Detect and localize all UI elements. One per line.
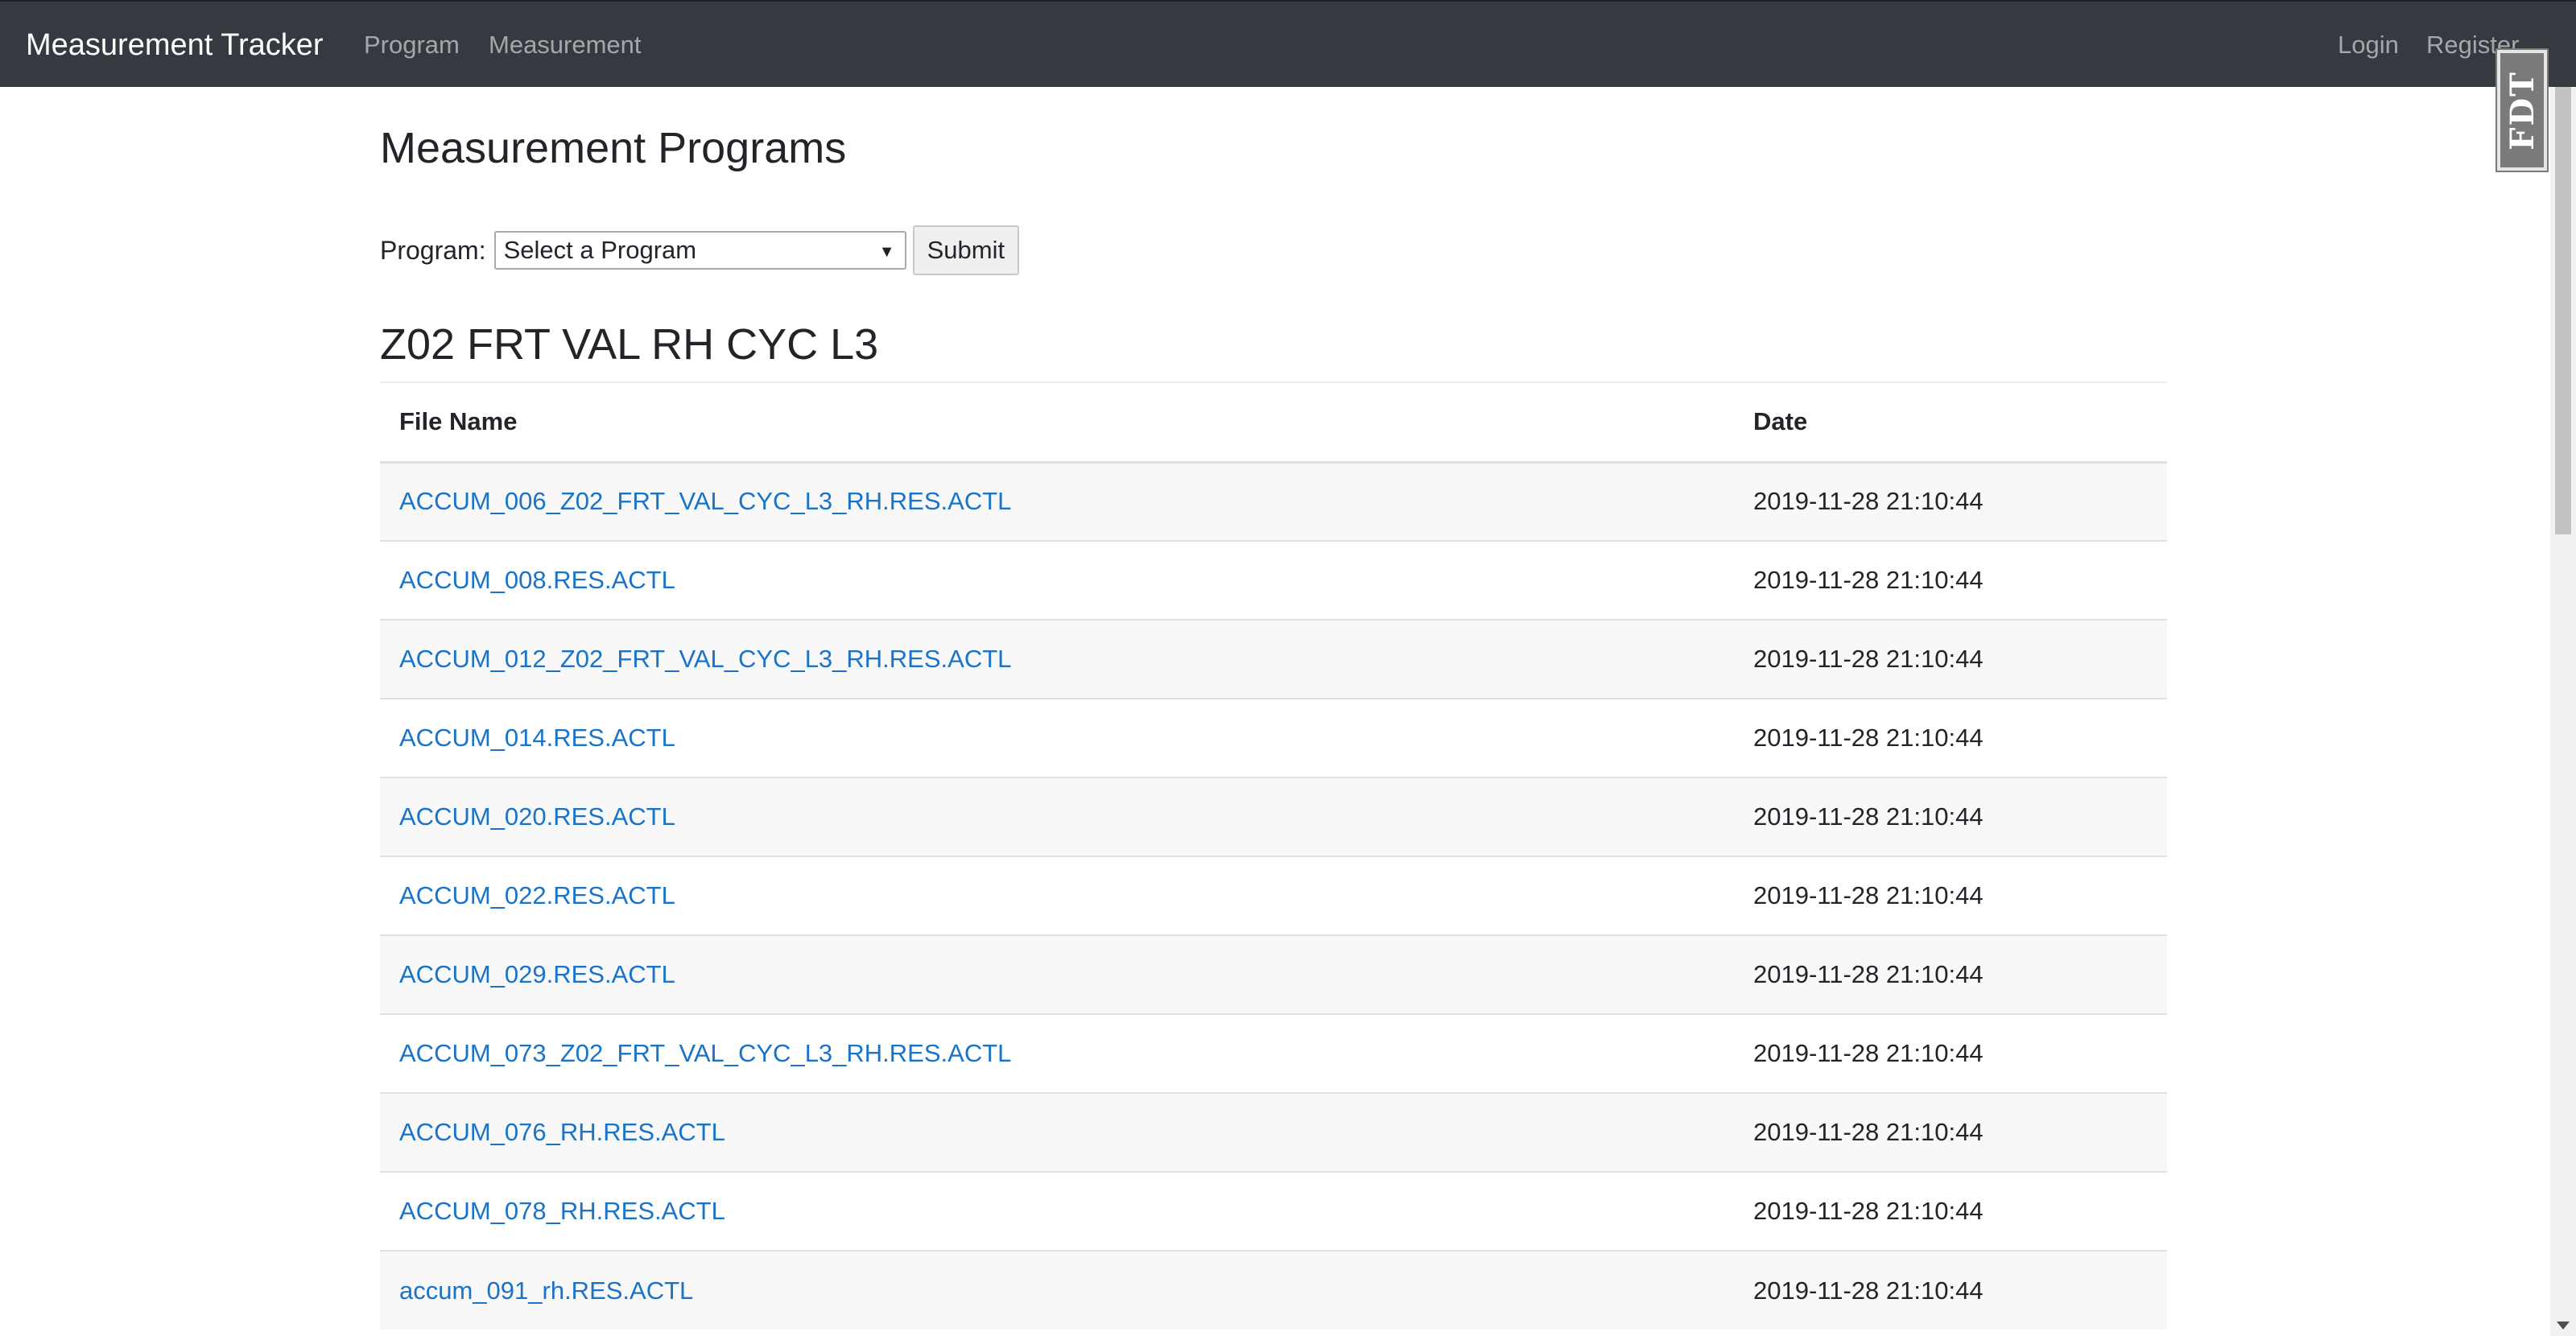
program-label: Program: xyxy=(380,235,486,265)
table-row: ACCUM_078_RH.RES.ACTL 2019-11-28 21:10:4… xyxy=(380,1171,2167,1251)
date-cell: 2019-11-28 21:10:44 xyxy=(1734,934,2167,1014)
date-cell: 2019-11-28 21:10:44 xyxy=(1734,1092,2167,1172)
table-row: ACCUM_012_Z02_FRT_VAL_CYC_L3_RH.RES.ACTL… xyxy=(380,619,2167,699)
fdt-badge-label: FDT xyxy=(2503,70,2541,151)
file-name-cell: ACCUM_008.RES.ACTL xyxy=(380,540,1734,620)
date-cell: 2019-11-28 21:10:44 xyxy=(1734,777,2167,856)
date-cell: 2019-11-28 21:10:44 xyxy=(1734,1250,2167,1330)
dropdown-arrow-icon: ▼ xyxy=(878,243,895,261)
fdt-badge[interactable]: FDT xyxy=(2497,50,2547,171)
file-name-cell: ACCUM_022.RES.ACTL xyxy=(380,856,1734,935)
file-link[interactable]: ACCUM_029.RES.ACTL xyxy=(399,960,675,988)
table-row: ACCUM_008.RES.ACTL 2019-11-28 21:10:44 xyxy=(380,540,2167,620)
file-link[interactable]: ACCUM_006_Z02_FRT_VAL_CYC_L3_RH.RES.ACTL xyxy=(399,487,1011,515)
date-cell: 2019-11-28 21:10:44 xyxy=(1734,1013,2167,1093)
scrollbar-thumb[interactable] xyxy=(2555,87,2571,534)
file-name-cell: ACCUM_076_RH.RES.ACTL xyxy=(380,1092,1734,1172)
nav-link-measurement[interactable]: Measurement xyxy=(489,29,642,61)
file-name-cell: accum_091_rh.RES.ACTL xyxy=(380,1250,1734,1330)
file-link[interactable]: ACCUM_012_Z02_FRT_VAL_CYC_L3_RH.RES.ACTL xyxy=(399,645,1011,673)
date-cell: 2019-11-28 21:10:44 xyxy=(1734,540,2167,620)
date-cell: 2019-11-28 21:10:44 xyxy=(1734,461,2167,541)
file-link[interactable]: ACCUM_022.RES.ACTL xyxy=(399,881,675,909)
date-cell: 2019-11-28 21:10:44 xyxy=(1734,856,2167,935)
column-header-file-name: File Name xyxy=(380,383,1734,464)
table-header-row: File Name Date xyxy=(380,383,2167,464)
table-row: ACCUM_014.RES.ACTL 2019-11-28 21:10:44 xyxy=(380,698,2167,777)
brand-link[interactable]: Measurement Tracker xyxy=(26,26,324,64)
file-name-cell: ACCUM_078_RH.RES.ACTL xyxy=(380,1171,1734,1251)
submit-button[interactable]: Submit xyxy=(912,225,1020,275)
file-name-cell: ACCUM_014.RES.ACTL xyxy=(380,698,1734,777)
program-select-value: Select a Program xyxy=(503,236,697,264)
scroll-down-arrow-icon[interactable] xyxy=(2557,1322,2570,1330)
file-name-cell: ACCUM_020.RES.ACTL xyxy=(380,777,1734,856)
date-cell: 2019-11-28 21:10:44 xyxy=(1734,1171,2167,1251)
nav-link-login[interactable]: Login xyxy=(2338,29,2399,61)
file-link[interactable]: ACCUM_076_RH.RES.ACTL xyxy=(399,1118,725,1146)
page-scrollbar[interactable] xyxy=(2550,87,2576,1336)
program-section-title: Z02 FRT VAL RH CYC L3 xyxy=(380,320,879,369)
file-link[interactable]: ACCUM_073_Z02_FRT_VAL_CYC_L3_RH.RES.ACTL xyxy=(399,1039,1011,1067)
table-row: ACCUM_029.RES.ACTL 2019-11-28 21:10:44 xyxy=(380,934,2167,1014)
table-row: ACCUM_073_Z02_FRT_VAL_CYC_L3_RH.RES.ACTL… xyxy=(380,1013,2167,1093)
date-cell: 2019-11-28 21:10:44 xyxy=(1734,698,2167,777)
file-name-cell: ACCUM_073_Z02_FRT_VAL_CYC_L3_RH.RES.ACTL xyxy=(380,1013,1734,1093)
file-link[interactable]: ACCUM_014.RES.ACTL xyxy=(399,724,675,752)
program-select[interactable]: Select a Program ▼ xyxy=(493,231,906,270)
file-name-cell: ACCUM_029.RES.ACTL xyxy=(380,934,1734,1014)
table-row: ACCUM_006_Z02_FRT_VAL_CYC_L3_RH.RES.ACTL… xyxy=(380,461,2167,541)
table-row: ACCUM_076_RH.RES.ACTL 2019-11-28 21:10:4… xyxy=(380,1092,2167,1172)
table-row: ACCUM_022.RES.ACTL 2019-11-28 21:10:44 xyxy=(380,856,2167,935)
column-header-date: Date xyxy=(1734,383,2167,464)
table-row: accum_091_rh.RES.ACTL 2019-11-28 21:10:4… xyxy=(380,1250,2167,1330)
files-table: File Name Date ACCUM_006_Z02_FRT_VAL_CYC… xyxy=(380,383,2167,1330)
date-cell: 2019-11-28 21:10:44 xyxy=(1734,619,2167,699)
file-name-cell: ACCUM_006_Z02_FRT_VAL_CYC_L3_RH.RES.ACTL xyxy=(380,461,1734,541)
file-link[interactable]: accum_091_rh.RES.ACTL xyxy=(399,1276,693,1305)
nav-link-program[interactable]: Program xyxy=(364,29,460,61)
file-link[interactable]: ACCUM_008.RES.ACTL xyxy=(399,566,675,594)
table-row: ACCUM_020.RES.ACTL 2019-11-28 21:10:44 xyxy=(380,777,2167,856)
program-form: Program: Select a Program ▼ Submit xyxy=(380,225,1020,275)
top-navbar: Measurement Tracker Program Measurement … xyxy=(0,0,2576,87)
file-name-cell: ACCUM_012_Z02_FRT_VAL_CYC_L3_RH.RES.ACTL xyxy=(380,619,1734,699)
file-link[interactable]: ACCUM_020.RES.ACTL xyxy=(399,802,675,831)
file-link[interactable]: ACCUM_078_RH.RES.ACTL xyxy=(399,1197,725,1225)
page-title: Measurement Programs xyxy=(380,124,847,172)
